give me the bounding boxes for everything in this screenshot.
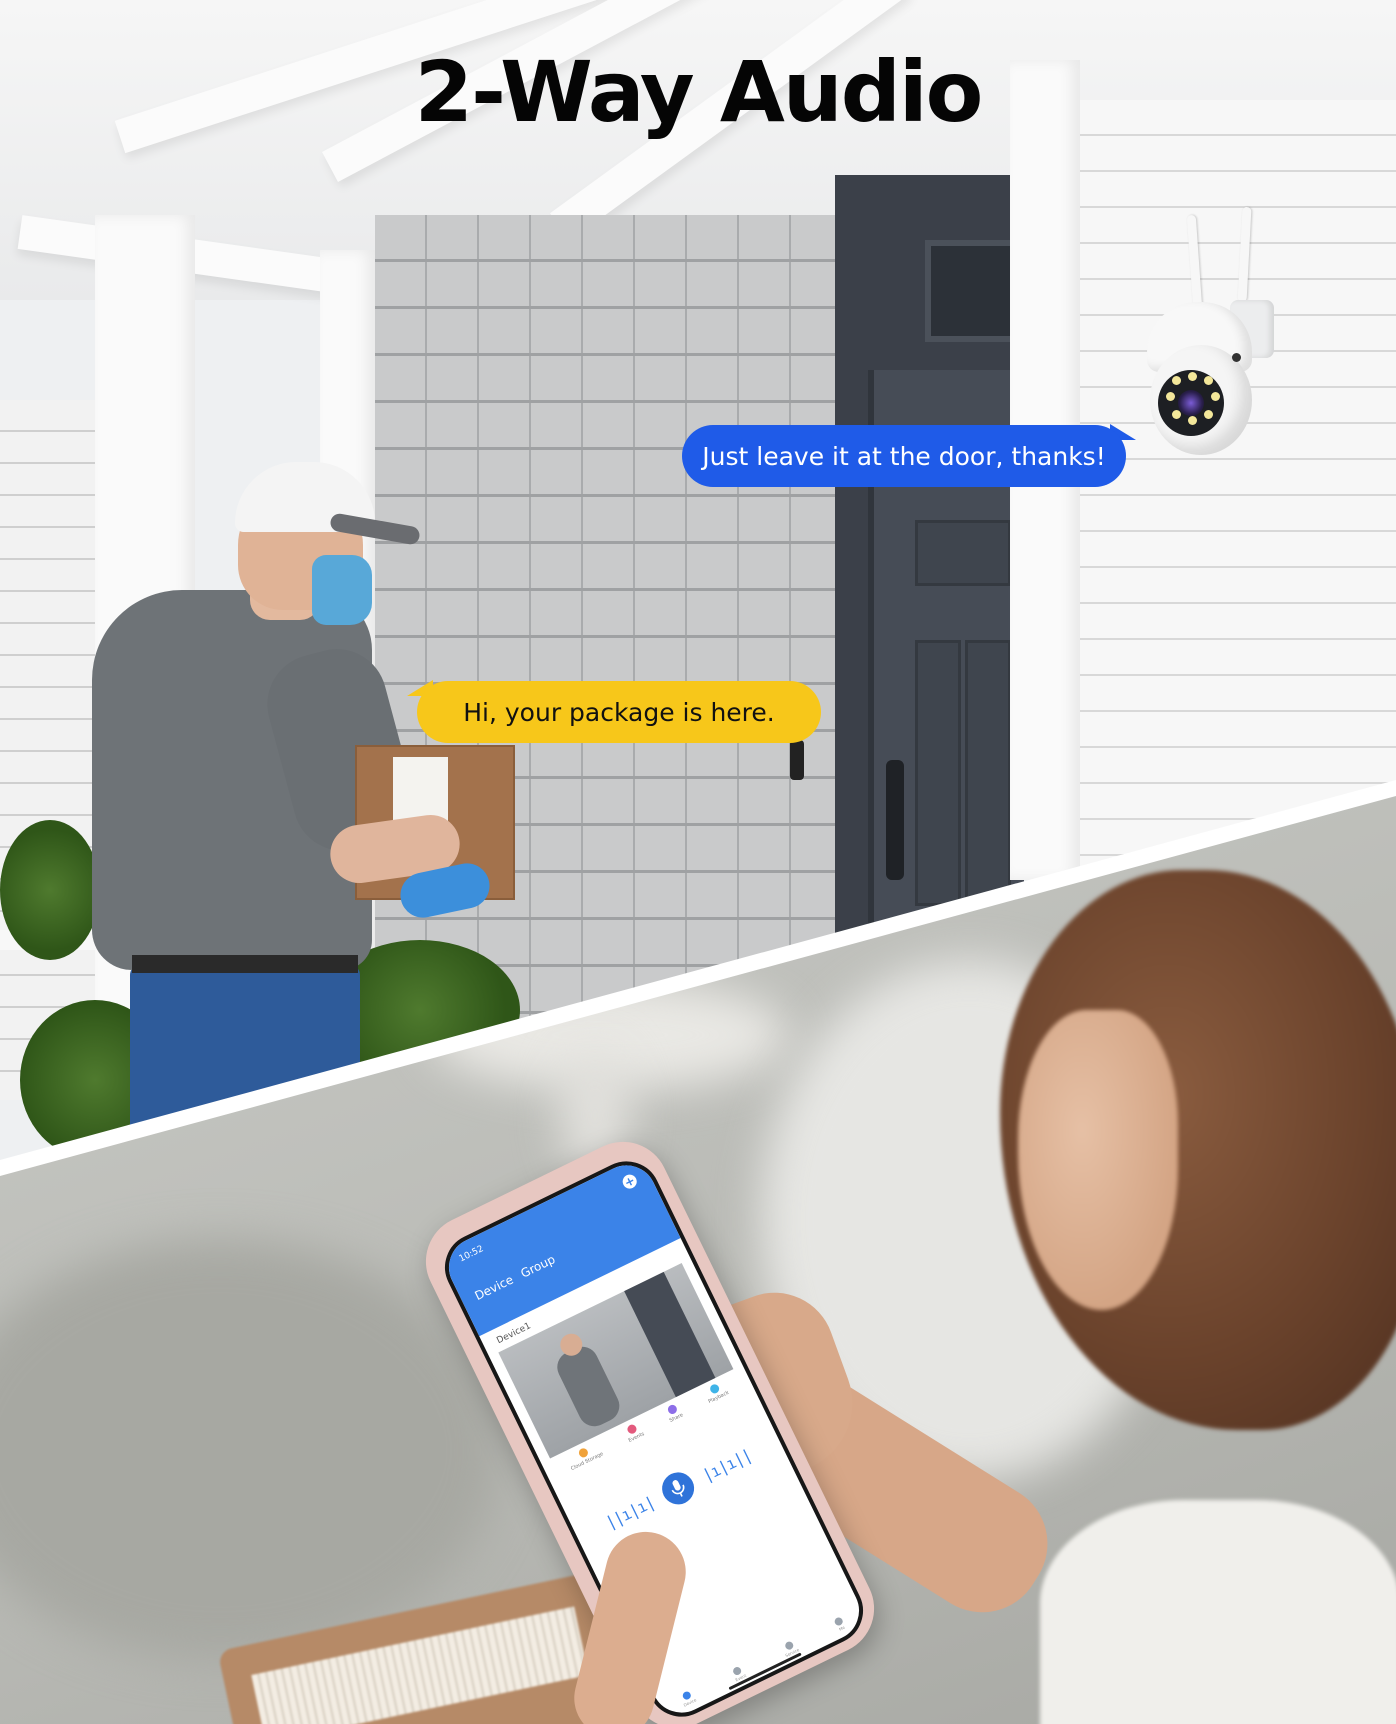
door-panel: [915, 520, 1011, 586]
tab-device[interactable]: Device: [473, 1273, 516, 1304]
woman-shoulder: [1040, 1500, 1396, 1724]
audio-wave-right-icon: |ı|ı||: [699, 1444, 754, 1485]
headline: 2-Way Audio: [414, 43, 984, 141]
preview-door: [624, 1271, 716, 1398]
quick-action-playback[interactable]: Playback: [703, 1380, 730, 1405]
add-device-icon[interactable]: +: [620, 1172, 640, 1191]
camera-led: [1211, 392, 1220, 401]
camera-led: [1188, 416, 1197, 425]
doorbell: [790, 740, 804, 780]
right-siding: [1080, 100, 1396, 900]
status-time: 10:52: [457, 1244, 486, 1265]
shrub: [0, 820, 100, 960]
courier-belt: [132, 955, 358, 973]
camera-led: [1188, 372, 1197, 381]
preview-courier: [551, 1341, 625, 1432]
camera-led: [1172, 410, 1181, 419]
camera-led: [1172, 376, 1181, 385]
door-panel: [965, 640, 1011, 906]
courier-speech-bubble: Hi, your package is here.: [417, 681, 821, 743]
camera-led: [1204, 376, 1213, 385]
background-sofa: [0, 1240, 500, 1660]
audio-wave-left-icon: ||ı|ı|: [602, 1492, 658, 1532]
quick-action-share[interactable]: Share: [664, 1402, 684, 1424]
product-scene: 10:52 + Device Group Device1 Cloud Stora…: [0, 0, 1396, 1724]
microphone-glyph-icon: [671, 1480, 685, 1497]
courier-face-mask: [312, 555, 372, 625]
nav-device[interactable]: Device: [679, 1689, 697, 1708]
quick-action-events[interactable]: Events: [623, 1421, 645, 1444]
app-bottom-nav: Device Event Service Me: [659, 1607, 866, 1718]
microphone-icon[interactable]: [656, 1467, 700, 1510]
nav-me[interactable]: Me: [833, 1616, 846, 1632]
nav-label: Me: [838, 1624, 846, 1632]
camera-sensor: [1232, 353, 1241, 362]
camera-lens-icon: [1178, 390, 1204, 416]
tab-group[interactable]: Group: [518, 1252, 557, 1281]
door-handle: [886, 760, 904, 880]
camera-led: [1204, 410, 1213, 419]
door-panel: [915, 640, 961, 906]
app-tabs: Device Group: [473, 1252, 558, 1303]
owner-speech-bubble: Just leave it at the door, thanks!: [682, 425, 1126, 487]
camera-led: [1166, 392, 1175, 401]
